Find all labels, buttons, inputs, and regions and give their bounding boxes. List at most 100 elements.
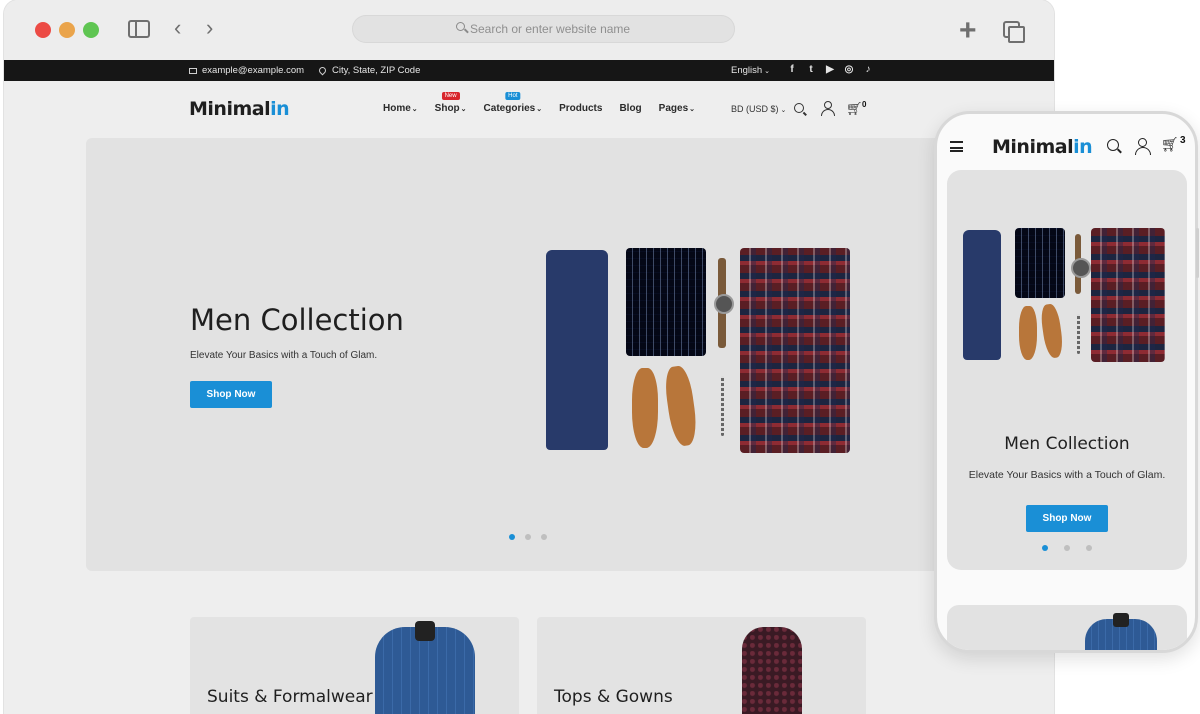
- category-label: Tops & Gowns: [554, 687, 673, 707]
- sidebar-toggle-icon[interactable]: [128, 20, 150, 38]
- shoe-left-image: [632, 368, 658, 448]
- shoe-right-image: [1039, 303, 1065, 359]
- blazer-image: [375, 621, 475, 714]
- menu-label: Home: [383, 103, 411, 114]
- youtube-icon[interactable]: ▶: [824, 64, 836, 75]
- mobile-shop-now-button[interactable]: Shop Now: [1026, 505, 1108, 532]
- language-selector[interactable]: English ⌄: [731, 65, 770, 76]
- search-icon[interactable]: [794, 103, 804, 113]
- chevron-down-icon: ⌄: [689, 106, 696, 113]
- menu-item-blog[interactable]: Blog: [619, 103, 641, 114]
- chevron-down-icon: ⌄: [764, 67, 771, 75]
- mobile-site-logo[interactable]: Minimalin: [992, 136, 1093, 158]
- new-tab-icon[interactable]: +: [959, 16, 977, 46]
- logo-text: Minimal: [992, 136, 1074, 158]
- address-bar[interactable]: [352, 15, 735, 43]
- top-info-bar: example@example.com City, State, ZIP Cod…: [4, 60, 1054, 81]
- plaid-shirt-image: [740, 248, 850, 453]
- social-links: f t ▶ ◎ ♪: [786, 64, 874, 75]
- mobile-hero-title: Men Collection: [1004, 434, 1130, 454]
- maximize-window-button[interactable]: [83, 22, 99, 38]
- trousers-image: [546, 250, 608, 450]
- mobile-header: Minimalin 🛒︎ 3: [937, 114, 1195, 170]
- mobile-category-card[interactable]: [947, 605, 1187, 650]
- currency-selector[interactable]: BD (USD $) ⌄: [731, 104, 786, 114]
- menu-item-pages[interactable]: Pages⌄: [659, 103, 695, 114]
- bracelet-image: [1077, 314, 1080, 354]
- tiktok-icon[interactable]: ♪: [862, 64, 874, 75]
- minimize-window-button[interactable]: [59, 22, 75, 38]
- search-icon[interactable]: [1107, 139, 1119, 151]
- chevron-down-icon: ⌄: [460, 106, 467, 113]
- phone-side-button: [1196, 228, 1199, 278]
- logo-text: Minimal: [189, 98, 271, 120]
- email-text: example@example.com: [202, 65, 305, 76]
- navy-shirt-image: [1015, 228, 1065, 298]
- menu-item-categories[interactable]: Hot Categories⌄: [483, 92, 542, 114]
- shop-now-button[interactable]: Shop Now: [190, 381, 272, 408]
- back-icon[interactable]: ‹: [174, 17, 181, 39]
- hero-subtitle: Elevate Your Basics with a Touch of Glam…: [190, 350, 378, 361]
- menu-item-home[interactable]: Home⌄: [383, 103, 418, 114]
- cart-icon[interactable]: 🛒︎: [846, 101, 863, 117]
- site-header: Minimalin Home⌄ New Shop⌄ Hot Categories⌄ …: [4, 81, 1054, 138]
- search-icon: [456, 22, 465, 31]
- user-icon[interactable]: [1135, 138, 1151, 155]
- gown-image: [742, 627, 802, 714]
- bracelet-image: [721, 376, 724, 436]
- mobile-device: Minimalin 🛒︎ 3 Men Collection Elevate Yo…: [934, 111, 1198, 653]
- watch-image: [714, 258, 734, 348]
- chevron-down-icon: ⌄: [780, 107, 787, 114]
- hero-slider: Men Collection Elevate Your Basics with …: [86, 138, 986, 571]
- shoe-left-image: [1019, 306, 1037, 360]
- slider-dot-1[interactable]: [509, 534, 515, 540]
- menu-label: Products: [559, 103, 603, 114]
- currency-label: BD (USD $): [731, 104, 779, 114]
- cart-icon[interactable]: 🛒︎: [1161, 136, 1179, 153]
- twitter-icon[interactable]: t: [805, 64, 817, 75]
- topbar-email[interactable]: example@example.com: [189, 65, 304, 76]
- logo-accent-text: in: [1073, 136, 1093, 158]
- menu-label: Categories: [483, 103, 536, 114]
- menu-item-shop[interactable]: New Shop⌄: [435, 92, 467, 114]
- hamburger-menu-icon[interactable]: [950, 141, 963, 152]
- navy-shirt-image: [626, 248, 706, 356]
- category-card-suits[interactable]: Suits & Formalwear: [190, 617, 519, 714]
- slider-dots: [509, 534, 547, 540]
- trousers-image: [963, 230, 1001, 360]
- cart-count: 0: [862, 100, 867, 109]
- slider-dot-3[interactable]: [541, 534, 547, 540]
- mobile-hero-subtitle: Elevate Your Basics with a Touch of Glam…: [968, 469, 1166, 481]
- menu-item-products[interactable]: Products: [559, 103, 602, 114]
- menu-label: Blog: [619, 103, 642, 114]
- shoe-right-image: [662, 364, 700, 448]
- slider-dot-2[interactable]: [525, 534, 531, 540]
- mobile-slider-dots: [1042, 545, 1092, 551]
- slider-dot-1[interactable]: [1042, 545, 1048, 551]
- category-label: Suits & Formalwear: [207, 687, 373, 707]
- topbar-location: City, State, ZIP Code: [317, 65, 421, 76]
- forward-icon[interactable]: ›: [206, 17, 213, 39]
- slider-dot-3[interactable]: [1086, 545, 1092, 551]
- desktop-browser-window: ‹ › + example@example.com City, State, Z…: [4, 0, 1054, 714]
- logo-accent-text: in: [270, 98, 290, 120]
- new-badge: New: [441, 92, 460, 100]
- watch-image: [1071, 234, 1091, 294]
- address-input[interactable]: [470, 20, 710, 38]
- facebook-icon[interactable]: f: [786, 64, 798, 75]
- location-pin-icon: [317, 65, 328, 76]
- tabs-overview-icon[interactable]: [1003, 21, 1025, 43]
- plaid-shirt-image: [1091, 228, 1165, 362]
- category-card-tops[interactable]: Tops & Gowns: [537, 617, 866, 714]
- hero-title: Men Collection: [190, 303, 404, 337]
- instagram-icon[interactable]: ◎: [843, 64, 855, 75]
- hot-badge: Hot: [505, 92, 521, 100]
- location-text: City, State, ZIP Code: [332, 65, 421, 76]
- main-menu: Home⌄ New Shop⌄ Hot Categories⌄ Products B…: [383, 92, 695, 114]
- site-logo[interactable]: Minimalin: [189, 98, 290, 120]
- user-icon[interactable]: [821, 101, 835, 116]
- chevron-down-icon: ⌄: [411, 106, 418, 113]
- mobile-hero-slider: Men Collection Elevate Your Basics with …: [947, 170, 1187, 570]
- slider-dot-2[interactable]: [1064, 545, 1070, 551]
- close-window-button[interactable]: [35, 22, 51, 38]
